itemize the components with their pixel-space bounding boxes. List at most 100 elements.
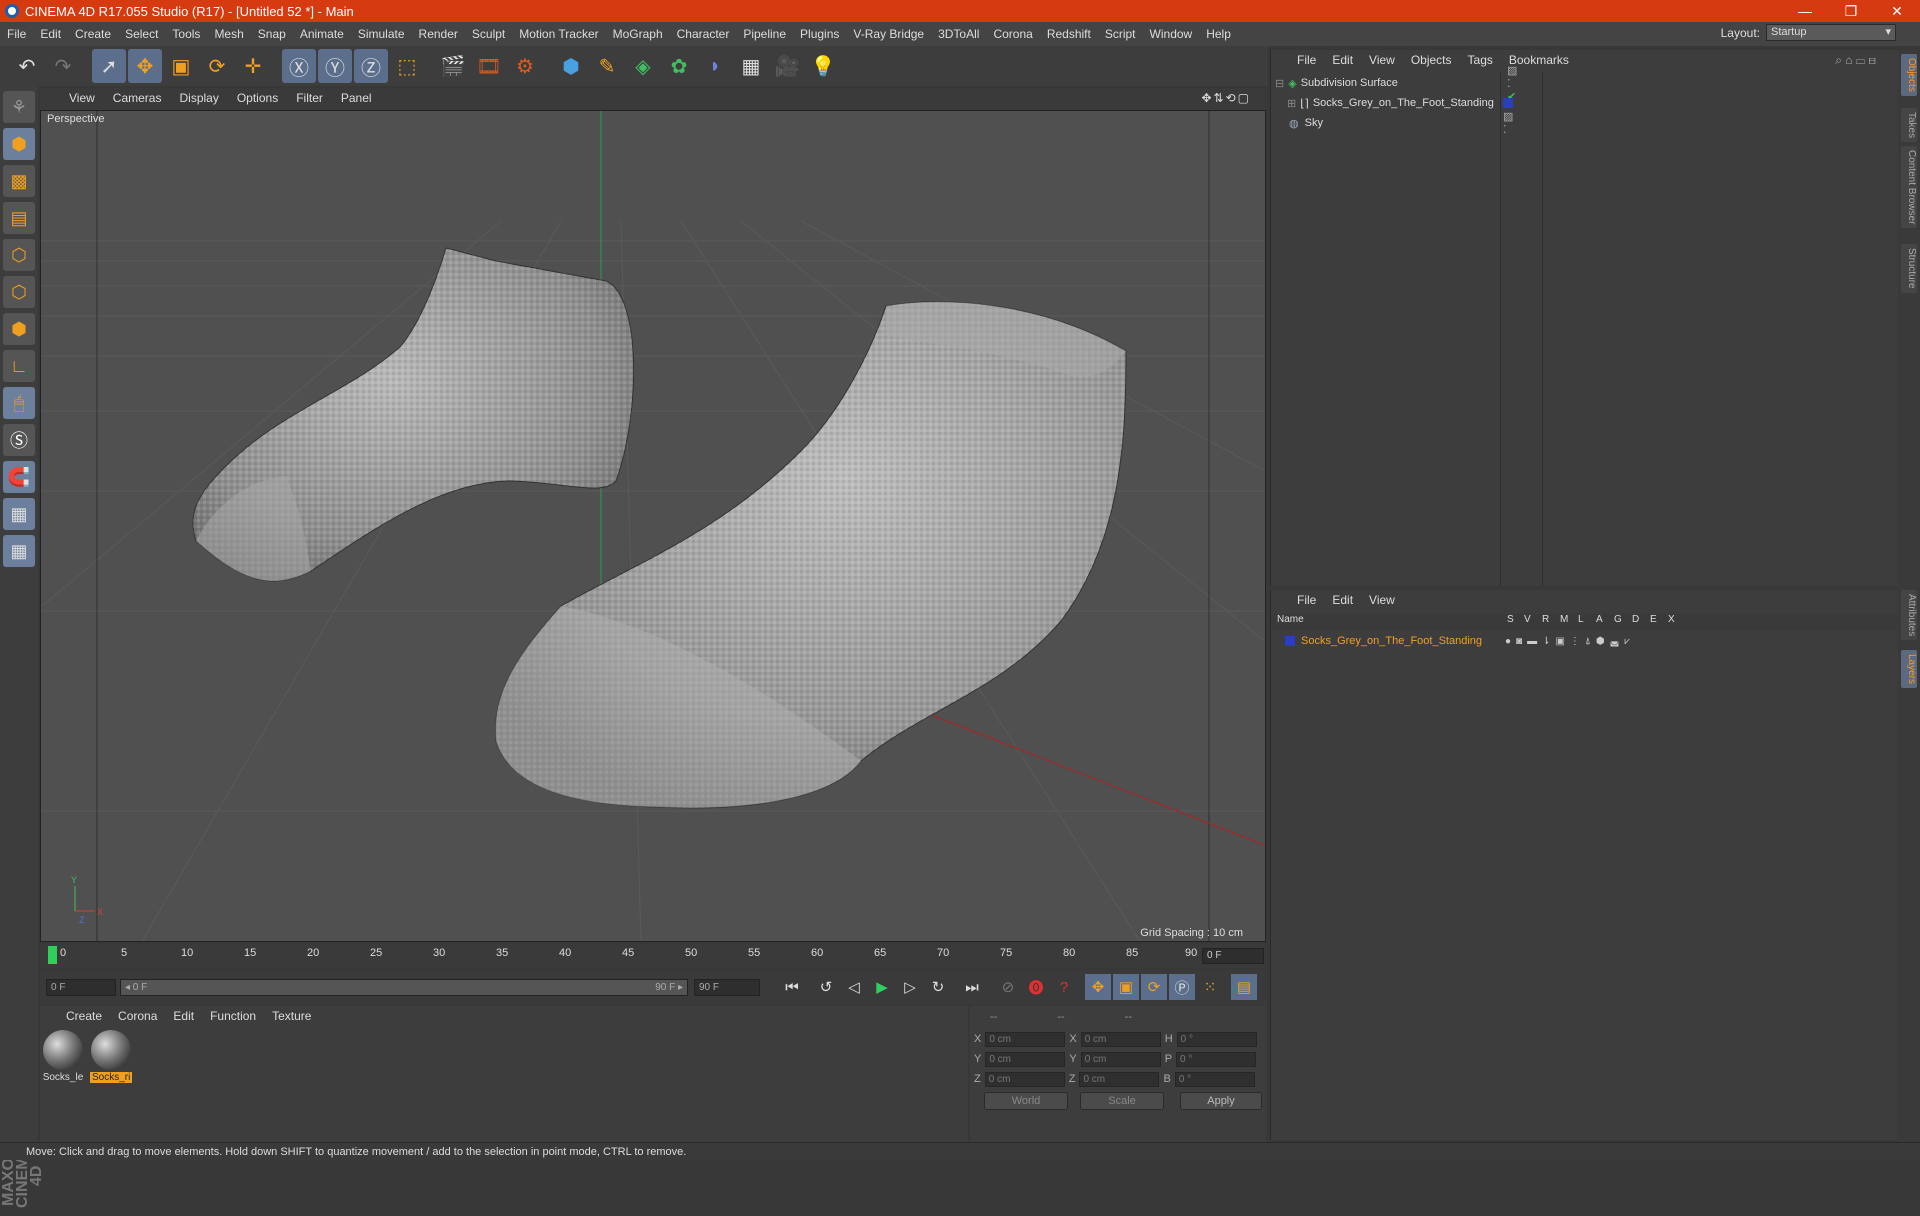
objects-menu-objects[interactable]: Objects bbox=[1403, 53, 1460, 67]
polygons-mode-icon[interactable]: ⬢ bbox=[3, 313, 35, 345]
render-settings-icon[interactable]: ⚙ bbox=[508, 49, 542, 83]
rotation-b-field[interactable]: 0 ° bbox=[1174, 1071, 1255, 1087]
layers-menu-edit[interactable]: Edit bbox=[1324, 593, 1361, 607]
redo-icon[interactable]: ↷ bbox=[46, 49, 80, 83]
menu-simulate[interactable]: Simulate bbox=[351, 27, 412, 41]
close-button[interactable]: ✕ bbox=[1874, 0, 1920, 22]
objects-menu-file[interactable]: File bbox=[1289, 53, 1324, 67]
apply-button[interactable]: Apply bbox=[1180, 1092, 1262, 1110]
y-axis-lock-icon[interactable]: Ⓨ bbox=[318, 49, 352, 83]
menu-motion-tracker[interactable]: Motion Tracker bbox=[512, 27, 605, 41]
workplane-icon[interactable]: ▤ bbox=[3, 202, 35, 234]
object-manager-search-icon[interactable]: ⌕ ⌂ ▭ ⊟ bbox=[1827, 53, 1884, 68]
object-row-socks[interactable]: ⊞ ⌊⌉ Socks_Grey_on_The_Foot_Standing bbox=[1287, 94, 1513, 112]
menu-snap[interactable]: Snap bbox=[251, 27, 293, 41]
camera-icon[interactable]: 🎥 bbox=[770, 49, 804, 83]
coordinate-system-icon[interactable]: ⬚ bbox=[390, 49, 424, 83]
tab-layers[interactable]: Layers bbox=[1901, 650, 1917, 689]
layout-dropdown[interactable]: Startup bbox=[1766, 24, 1896, 41]
minimize-button[interactable]: — bbox=[1782, 0, 1828, 22]
left-sock-model[interactable] bbox=[192, 247, 635, 582]
viewport-menu-display[interactable]: Display bbox=[170, 91, 227, 105]
layer-row[interactable]: Socks_Grey_on_The_Foot_Standing ●◙▬⇂▣⋮⍋⬢… bbox=[1285, 632, 1630, 650]
menu-character[interactable]: Character bbox=[670, 27, 737, 41]
autokeying-icon[interactable]: ⓿ bbox=[1023, 974, 1049, 1000]
position-y-field[interactable]: 0 cm bbox=[985, 1051, 1066, 1067]
menu-pipeline[interactable]: Pipeline bbox=[736, 27, 793, 41]
preview-range-slider[interactable]: ◂ 0 F 90 F ▸ bbox=[120, 978, 688, 996]
menu-script[interactable]: Script bbox=[1098, 27, 1143, 41]
render-picture-viewer-icon[interactable]: 🎞 bbox=[472, 49, 506, 83]
layer-color-swatch[interactable] bbox=[1285, 636, 1295, 646]
layers-menu-view[interactable]: View bbox=[1361, 593, 1403, 607]
tweak-mode-icon[interactable]: 🖱 bbox=[3, 387, 35, 419]
object-row-sky[interactable]: ◍ Sky ▨ ⁚ bbox=[1289, 111, 1513, 136]
coordinate-system-dropdown[interactable]: World bbox=[984, 1092, 1068, 1110]
array-generator-icon[interactable]: ✿ bbox=[662, 49, 696, 83]
material-menu-edit[interactable]: Edit bbox=[165, 1009, 202, 1023]
object-visibility-toggle[interactable]: ▨ ⁚ ✔ bbox=[1507, 64, 1517, 103]
timeline-ruler[interactable]: 0 5 10 15 20 25 30 35 40 45 50 55 60 65 … bbox=[40, 944, 1266, 968]
object-visibility-toggle[interactable]: ▨ ⁚ bbox=[1503, 110, 1513, 136]
object-row-subdivision-surface[interactable]: ⊟ ◈ Subdivision Surface ▨ ⁚ ✔ bbox=[1275, 65, 1517, 103]
menu-file[interactable]: File bbox=[0, 27, 33, 41]
material-thumbnail[interactable]: Socks_le bbox=[42, 1030, 84, 1083]
tab-attributes[interactable]: Attributes bbox=[1901, 590, 1917, 641]
deformer-icon[interactable]: ◗ bbox=[698, 49, 732, 83]
keyframe-selection-icon[interactable]: ? bbox=[1051, 974, 1077, 1000]
menu-animate[interactable]: Animate bbox=[293, 27, 351, 41]
point-level-key-icon[interactable]: ⁙ bbox=[1197, 974, 1223, 1000]
next-frame-icon[interactable]: ▷ bbox=[897, 974, 923, 1000]
pen-spline-icon[interactable]: ✎ bbox=[590, 49, 624, 83]
menu-plugins[interactable]: Plugins bbox=[793, 27, 846, 41]
viewport-menu-panel[interactable]: Panel bbox=[332, 91, 381, 105]
rotate-tool-icon[interactable]: ⟳ bbox=[200, 49, 234, 83]
x-axis-lock-icon[interactable]: Ⓧ bbox=[282, 49, 316, 83]
model-mode-icon[interactable]: ⬢ bbox=[3, 128, 35, 160]
menu-create[interactable]: Create bbox=[68, 27, 118, 41]
timeline-window-icon[interactable]: ▤ bbox=[1231, 974, 1257, 1000]
menu-mesh[interactable]: Mesh bbox=[207, 27, 250, 41]
objects-menu-tags[interactable]: Tags bbox=[1460, 53, 1501, 67]
start-frame-field[interactable]: 0 F bbox=[46, 978, 116, 996]
material-menu-texture[interactable]: Texture bbox=[264, 1009, 319, 1023]
menu-redshift[interactable]: Redshift bbox=[1040, 27, 1098, 41]
transform-tool-icon[interactable]: ✛ bbox=[236, 49, 270, 83]
size-mode-dropdown[interactable]: Scale bbox=[1080, 1092, 1164, 1110]
viewport-menu-filter[interactable]: Filter bbox=[287, 91, 332, 105]
undo-icon[interactable]: ↶ bbox=[10, 49, 44, 83]
rotation-p-field[interactable]: 0 ° bbox=[1176, 1051, 1257, 1067]
tab-content-browser[interactable]: Content Browser bbox=[1901, 146, 1917, 229]
edges-mode-icon[interactable]: ⬡ bbox=[3, 276, 35, 308]
position-z-field[interactable]: 0 cm bbox=[984, 1071, 1065, 1087]
previous-key-icon[interactable]: ↺ bbox=[813, 974, 839, 1000]
go-to-end-icon[interactable]: ⏭ bbox=[959, 974, 985, 1000]
menu-tools[interactable]: Tools bbox=[165, 27, 207, 41]
rotation-key-icon[interactable]: ⟳ bbox=[1141, 974, 1167, 1000]
parameter-key-icon[interactable]: Ⓟ bbox=[1169, 974, 1195, 1000]
menu-edit[interactable]: Edit bbox=[33, 27, 68, 41]
rotation-h-field[interactable]: 0 ° bbox=[1176, 1031, 1257, 1047]
objects-menu-edit[interactable]: Edit bbox=[1324, 53, 1361, 67]
viewport-menu-cameras[interactable]: Cameras bbox=[104, 91, 171, 105]
size-y-field[interactable]: 0 cm bbox=[1080, 1051, 1161, 1067]
menu-help[interactable]: Help bbox=[1199, 27, 1238, 41]
tab-objects[interactable]: Objects bbox=[1901, 54, 1917, 96]
menu-sculpt[interactable]: Sculpt bbox=[465, 27, 512, 41]
enable-axis-icon[interactable]: ∟ bbox=[3, 350, 35, 382]
size-z-field[interactable]: 0 cm bbox=[1079, 1071, 1160, 1087]
scale-key-icon[interactable]: ▣ bbox=[1113, 974, 1139, 1000]
snap-icon[interactable]: 🧲 bbox=[3, 461, 35, 493]
menu-vray-bridge[interactable]: V-Ray Bridge bbox=[846, 27, 931, 41]
make-editable-icon[interactable]: ⚘ bbox=[3, 91, 35, 123]
material-menu-create[interactable]: Create bbox=[58, 1009, 110, 1023]
menu-select[interactable]: Select bbox=[118, 27, 165, 41]
layers-menu-file[interactable]: File bbox=[1289, 593, 1324, 607]
material-menu-corona[interactable]: Corona bbox=[110, 1009, 165, 1023]
light-icon[interactable]: 💡 bbox=[806, 49, 840, 83]
record-keys-icon[interactable]: ⊘ bbox=[995, 974, 1021, 1000]
play-icon[interactable]: ▶ bbox=[869, 974, 895, 1000]
tab-structure[interactable]: Structure bbox=[1901, 244, 1917, 293]
viewport-navigation-icons[interactable]: ✥⇅⟲▢ bbox=[1192, 91, 1260, 105]
floor-scene-icon[interactable]: ▦ bbox=[734, 49, 768, 83]
